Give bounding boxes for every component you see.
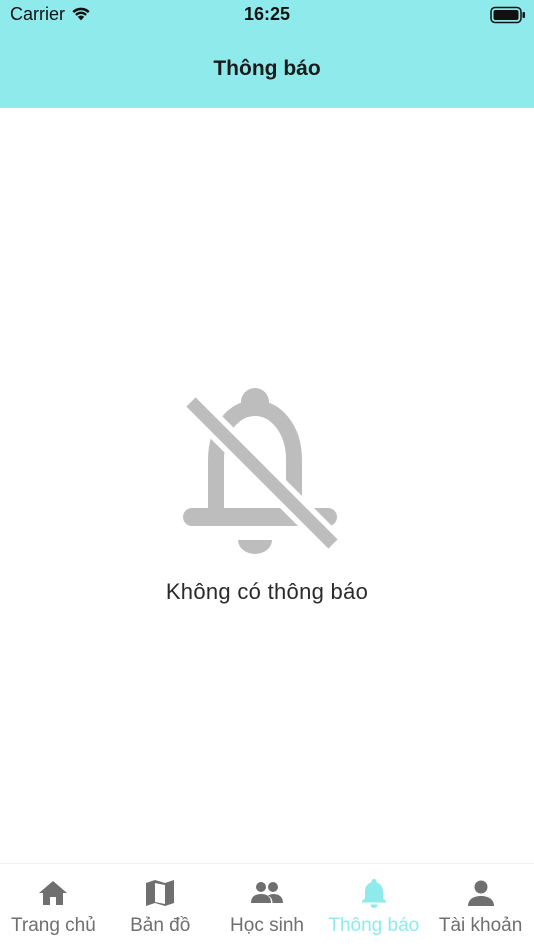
- tab-home-label: Trang chủ: [10, 915, 96, 936]
- map-icon: [146, 880, 175, 906]
- empty-message: Không có thông báo: [165, 579, 369, 604]
- tab-students[interactable]: Học sinh: [214, 864, 321, 950]
- tab-map-label: Bản đồ: [130, 915, 191, 936]
- tab-account-label: Tài khoản: [438, 915, 523, 936]
- tab-home[interactable]: Trang chủ: [0, 864, 107, 950]
- bell-icon: [361, 879, 386, 908]
- tab-account[interactable]: Tài khoản: [427, 864, 534, 950]
- bottom-tab-bar: Trang chủ Bản đồ Học sinh Thông báo Tài …: [0, 863, 534, 950]
- status-time: 16:25: [243, 4, 291, 24]
- page-title: Thông báo: [213, 57, 321, 80]
- tab-map[interactable]: Bản đồ: [107, 864, 214, 950]
- battery-icon: [490, 6, 525, 24]
- status-bar: Carrier 16:25: [0, 0, 534, 30]
- tab-students-label: Học sinh: [230, 915, 304, 936]
- people-icon: [250, 882, 283, 903]
- person-icon: [467, 880, 494, 906]
- bell-off-icon: [182, 388, 339, 554]
- empty-state: Không có thông báo: [0, 380, 534, 605]
- header-bar: Carrier 16:25 Thông báo: [0, 0, 534, 108]
- tab-notifications-label: Thông báo: [328, 915, 420, 936]
- notifications-screen: Carrier 16:25 Thông báo Không có thông b…: [0, 0, 534, 950]
- tab-notifications[interactable]: Thông báo: [320, 864, 427, 950]
- home-icon: [39, 881, 68, 905]
